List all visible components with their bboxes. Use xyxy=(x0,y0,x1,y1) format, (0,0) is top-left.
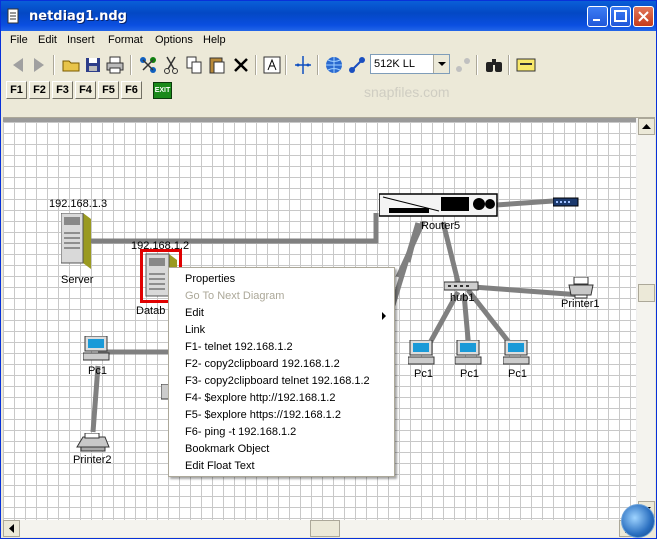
pc-icon[interactable] xyxy=(82,335,111,365)
database-label: Datab xyxy=(136,305,166,317)
delete-icon[interactable] xyxy=(230,54,252,76)
toolbar-separator xyxy=(130,55,132,75)
server-icon[interactable] xyxy=(60,212,93,272)
watermark-text: snapfiles.com xyxy=(364,84,450,100)
menu-edit[interactable]: Edit xyxy=(38,34,57,46)
close-button[interactable] xyxy=(633,6,654,27)
ctx-edit-float-text[interactable]: Edit Float Text xyxy=(185,460,255,472)
link-tool-icon[interactable] xyxy=(346,54,368,76)
submenu-arrow-icon xyxy=(382,312,386,320)
print-icon[interactable] xyxy=(104,54,126,76)
forward-arrow-icon[interactable] xyxy=(28,54,50,76)
open-folder-icon[interactable] xyxy=(60,54,82,76)
menu-file[interactable]: File xyxy=(10,34,28,46)
menu-bar: File Edit Insert Format Options Help xyxy=(1,31,656,50)
snapfiles-logo-icon xyxy=(621,504,655,538)
minimize-button[interactable] xyxy=(587,6,608,27)
ctx-properties[interactable]: Properties xyxy=(185,273,235,285)
f4-button[interactable]: F4 xyxy=(75,81,96,99)
ctx-bookmark-object[interactable]: Bookmark Object xyxy=(185,443,269,455)
cut-icon[interactable] xyxy=(160,54,182,76)
toolbar-separator xyxy=(317,55,319,75)
switch-icon[interactable] xyxy=(552,197,579,210)
document-icon xyxy=(7,8,21,24)
note-icon[interactable] xyxy=(515,54,537,76)
copy-icon[interactable] xyxy=(183,54,205,76)
vertical-scroll-thumb[interactable] xyxy=(638,284,655,302)
f3-button[interactable]: F3 xyxy=(52,81,73,99)
horizontal-scrollbar[interactable] xyxy=(3,520,636,537)
menu-help[interactable]: Help xyxy=(203,34,226,46)
menu-options[interactable]: Options xyxy=(155,34,193,46)
window-title: netdiag1.ndg xyxy=(29,9,127,24)
server-label: Server xyxy=(61,274,94,286)
maximize-button[interactable] xyxy=(610,6,631,27)
line-style-select[interactable]: 512K LL xyxy=(370,54,450,74)
link-router-switch[interactable] xyxy=(495,198,554,208)
pc-label: Pc1 xyxy=(508,368,527,380)
pc-label: Pc1 xyxy=(414,368,433,380)
ctx-edit[interactable]: Edit xyxy=(185,307,204,319)
toolbar-separator xyxy=(255,55,257,75)
f6-button[interactable]: F6 xyxy=(121,81,142,99)
ctx-go-to-next-diagram: Go To Next Diagram xyxy=(185,290,285,302)
menu-format[interactable]: Format xyxy=(108,34,143,46)
pc-icon[interactable] xyxy=(407,339,436,369)
vertical-scrollbar[interactable] xyxy=(636,118,655,520)
network-tool-icon[interactable] xyxy=(137,54,159,76)
align-tool-icon[interactable] xyxy=(292,54,314,76)
paste-icon[interactable] xyxy=(206,54,228,76)
title-bar[interactable]: netdiag1.ndg xyxy=(1,1,656,31)
line-style-value: 512K LL xyxy=(374,58,415,70)
scroll-left-icon[interactable] xyxy=(3,520,20,537)
f1-button[interactable]: F1 xyxy=(6,81,27,99)
link-server-router[interactable] xyxy=(91,213,379,244)
printer1-label: Printer1 xyxy=(561,298,600,310)
link-hub-printer1[interactable] xyxy=(472,284,582,298)
toolbar-separator xyxy=(476,55,478,75)
link-router-mid[interactable] xyxy=(395,220,426,279)
app-window: netdiag1.ndg File Edit Insert Format Opt… xyxy=(0,0,657,539)
horizontal-scroll-thumb[interactable] xyxy=(310,520,340,537)
main-toolbar: 512K LL xyxy=(3,52,655,78)
pc-label: Pc1 xyxy=(460,368,479,380)
node-tool-icon[interactable] xyxy=(452,54,474,76)
exit-button[interactable]: EXIT xyxy=(153,82,172,99)
context-menu: Properties Go To Next Diagram Edit Link … xyxy=(168,267,395,477)
globe-icon[interactable] xyxy=(323,54,345,76)
ctx-f3-copy-telnet[interactable]: F3- copy2clipboard telnet 192.168.1.2 xyxy=(185,375,370,387)
ctx-link[interactable]: Link xyxy=(185,324,205,336)
save-icon[interactable] xyxy=(82,54,104,76)
printer2-label: Printer2 xyxy=(73,454,112,466)
router-icon[interactable] xyxy=(378,193,499,220)
router-label: Router5 xyxy=(421,220,461,232)
printer2-icon[interactable] xyxy=(75,432,111,456)
chevron-down-icon[interactable] xyxy=(433,55,449,73)
text-tool-icon[interactable] xyxy=(261,54,283,76)
ctx-f6-ping[interactable]: F6- ping -t 192.168.1.2 xyxy=(185,426,296,438)
pc-icon[interactable] xyxy=(454,339,483,369)
toolbar-separator xyxy=(285,55,287,75)
pc-icon[interactable] xyxy=(502,339,531,369)
f5-button[interactable]: F5 xyxy=(98,81,119,99)
f2-button[interactable]: F2 xyxy=(29,81,50,99)
back-arrow-icon[interactable] xyxy=(7,54,29,76)
toolbar-separator xyxy=(53,55,55,75)
binoculars-icon[interactable] xyxy=(483,54,505,76)
ctx-f2-copy[interactable]: F2- copy2clipboard 192.168.1.2 xyxy=(185,358,340,370)
ruler xyxy=(3,104,655,118)
ctx-f1-telnet[interactable]: F1- telnet 192.168.1.2 xyxy=(185,341,293,353)
toolbar-separator xyxy=(508,55,510,75)
ctx-f4-explore-http[interactable]: F4- $explore http://192.168.1.2 xyxy=(185,392,335,404)
pc-left-label: Pc1 xyxy=(88,365,107,377)
hub-label: hub1 xyxy=(450,292,475,304)
scroll-up-icon[interactable] xyxy=(638,118,655,135)
menu-insert[interactable]: Insert xyxy=(67,34,95,46)
ctx-f5-explore-https[interactable]: F5- $explore https://192.168.1.2 xyxy=(185,409,341,421)
server-ip-label: 192.168.1.3 xyxy=(49,198,108,210)
